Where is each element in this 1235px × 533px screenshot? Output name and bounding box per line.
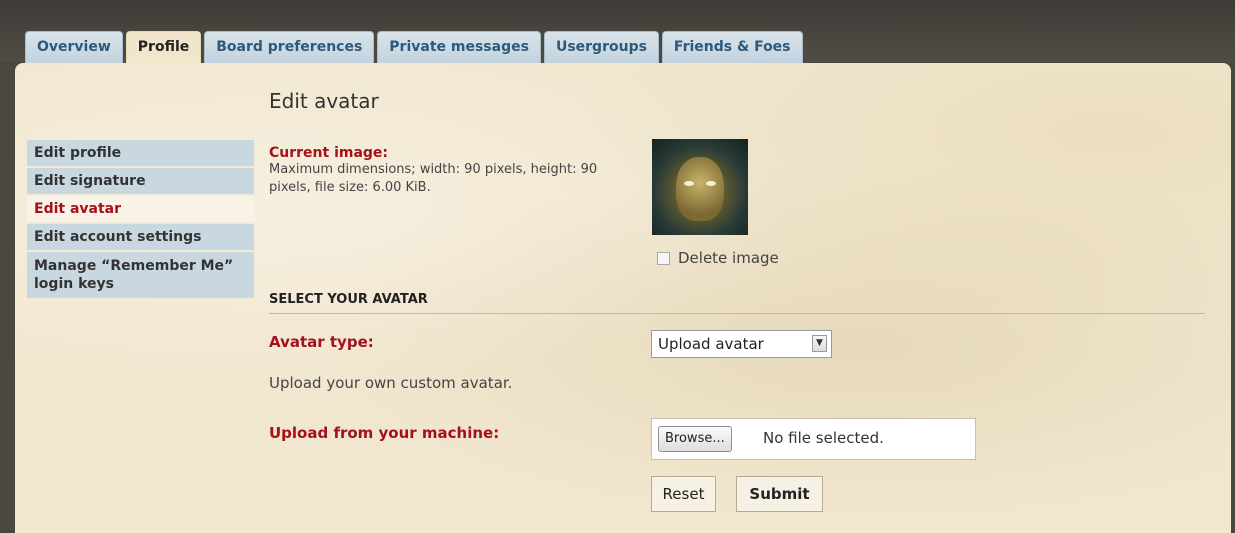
browse-button[interactable]: Browse...: [658, 426, 732, 452]
sidebar-item-edit-avatar[interactable]: Edit avatar: [27, 196, 254, 224]
sidebar-item-edit-profile[interactable]: Edit profile: [27, 140, 254, 168]
sidebar-nav: Edit profile Edit signature Edit avatar …: [27, 140, 254, 300]
tab-profile[interactable]: Profile: [125, 31, 202, 64]
tab-overview[interactable]: Overview: [25, 31, 123, 63]
current-image-help: Maximum dimensions; width: 90 pixels, he…: [269, 162, 598, 195]
sidebar-item-remember-me-keys[interactable]: Manage “Remember Me” login keys: [27, 252, 254, 300]
current-image-label: Current image:: [269, 145, 389, 161]
delete-image-row: Delete image: [657, 249, 779, 267]
reset-button[interactable]: Reset: [651, 476, 716, 512]
avatar-type-value: Upload avatar: [658, 335, 764, 353]
delete-image-checkbox[interactable]: [657, 252, 670, 265]
chevron-down-icon[interactable]: ▼: [812, 335, 827, 352]
avatar-eye-right: [706, 181, 716, 186]
avatar-face: [676, 157, 724, 221]
current-image-block: Current image: Maximum dimensions; width…: [269, 145, 649, 197]
tab-bar: Overview Profile Board preferences Priva…: [25, 31, 806, 64]
no-file-text: No file selected.: [763, 429, 884, 447]
submit-button[interactable]: Submit: [736, 476, 823, 512]
avatar-eye-left: [684, 181, 694, 186]
tab-private-messages[interactable]: Private messages: [377, 31, 541, 63]
sidebar-item-edit-account-settings[interactable]: Edit account settings: [27, 224, 254, 252]
avatar-type-help: Upload your own custom avatar.: [269, 374, 513, 392]
tab-usergroups[interactable]: Usergroups: [543, 31, 659, 63]
file-upload-field[interactable]: Browse... No file selected.: [651, 418, 976, 460]
section-heading: SELECT YOUR AVATAR: [269, 292, 1205, 314]
upload-label: Upload from your machine:: [269, 424, 500, 442]
avatar-type-select[interactable]: Upload avatar ▼: [651, 330, 832, 358]
tab-friends-foes[interactable]: Friends & Foes: [661, 31, 803, 63]
avatar: [652, 139, 748, 235]
delete-image-label: Delete image: [678, 249, 779, 267]
sidebar-item-edit-signature[interactable]: Edit signature: [27, 168, 254, 196]
avatar-type-label: Avatar type:: [269, 333, 374, 351]
tab-board-preferences[interactable]: Board preferences: [204, 31, 375, 63]
page-title: Edit avatar: [269, 89, 379, 113]
